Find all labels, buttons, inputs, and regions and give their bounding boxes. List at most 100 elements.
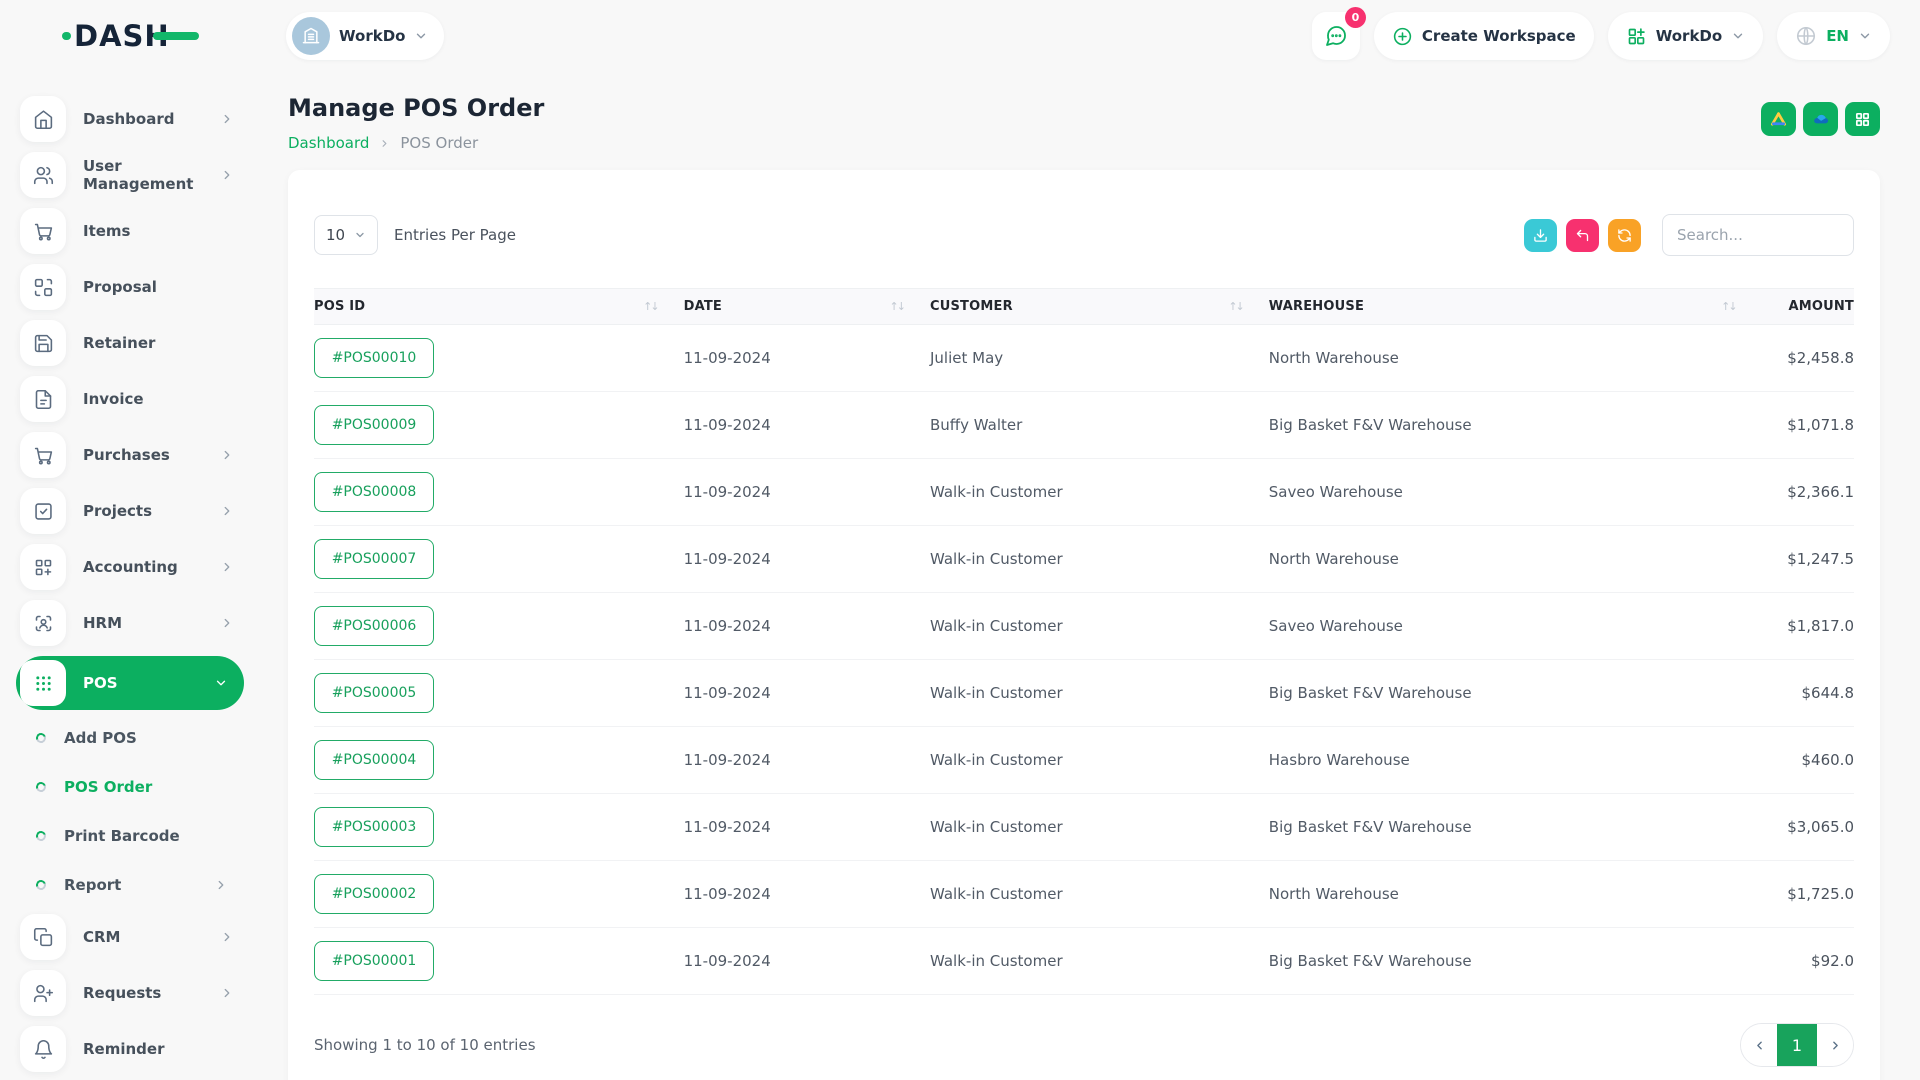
amount-cell: $1,247.5 <box>1762 526 1854 593</box>
messages-button[interactable]: 0 <box>1312 12 1360 60</box>
customer-cell: Buffy Walter <box>930 392 1269 459</box>
table-header-row: POS ID↑↓ DATE↑↓ CUSTOMER↑↓ WAREHOUSE↑↓ A <box>314 289 1854 325</box>
app-menu-button[interactable]: WorkDo <box>1608 12 1763 60</box>
sidebar-item-hrm[interactable]: HRM <box>20 600 242 646</box>
entries-per-page-select[interactable]: 10 <box>314 215 378 255</box>
next-page-button[interactable] <box>1817 1023 1853 1067</box>
column-header-pos-id[interactable]: POS ID↑↓ <box>314 289 684 325</box>
date-cell: 11-09-2024 <box>684 392 930 459</box>
pos-id-link[interactable]: #POS00006 <box>314 606 434 646</box>
bell-icon <box>20 1026 66 1072</box>
bullet-icon <box>34 878 47 891</box>
chat-bubble-icon <box>1324 24 1348 48</box>
sidebar-item-accounting[interactable]: Accounting <box>20 544 242 590</box>
sidebar-item-dashboard[interactable]: Dashboard <box>20 96 242 142</box>
column-header-amount[interactable]: AMOUNT <box>1762 289 1854 325</box>
sidebar-subitem-add-pos[interactable]: Add POS <box>20 718 242 758</box>
sidebar-item-label: Requests <box>83 984 161 1002</box>
pos-id-link[interactable]: #POS00010 <box>314 338 434 378</box>
column-header-warehouse[interactable]: WAREHOUSE↑↓ <box>1269 289 1762 325</box>
google-drive-icon <box>1769 110 1788 129</box>
pos-id-link[interactable]: #POS00003 <box>314 807 434 847</box>
reset-button[interactable] <box>1566 219 1599 252</box>
language-selector[interactable]: EN <box>1777 12 1890 60</box>
column-header-date[interactable]: DATE↑↓ <box>684 289 930 325</box>
warehouse-cell: Big Basket F&V Warehouse <box>1269 928 1762 995</box>
create-workspace-button[interactable]: Create Workspace <box>1374 12 1594 60</box>
sidebar-subitem-label: POS Order <box>64 778 152 796</box>
app-menu-label: WorkDo <box>1656 27 1722 45</box>
entries-per-page-value: 10 <box>326 226 345 244</box>
page-title: Manage POS Order <box>288 94 544 122</box>
sidebar-item-user-management[interactable]: User Management <box>20 152 242 198</box>
topbar: DASH WorkDo 0 Create Workspace <box>0 0 1920 72</box>
chevron-down-icon <box>414 29 428 43</box>
table-row: #POS00002 11-09-2024 Walk-in Customer No… <box>314 861 1854 928</box>
app-logo[interactable]: DASH <box>0 19 260 53</box>
pos-id-link[interactable]: #POS00008 <box>314 472 434 512</box>
messages-count-badge: 0 <box>1345 7 1366 28</box>
sidebar-item-requests[interactable]: Requests <box>20 970 242 1016</box>
sidebar-item-retainer[interactable]: Retainer <box>20 320 242 366</box>
customer-cell: Juliet May <box>930 325 1269 392</box>
pos-id-link[interactable]: #POS00002 <box>314 874 434 914</box>
amount-cell: $1,725.0 <box>1762 861 1854 928</box>
warehouse-cell: North Warehouse <box>1269 861 1762 928</box>
pos-id-link[interactable]: #POS00009 <box>314 405 434 445</box>
chevron-down-icon <box>354 229 366 241</box>
sidebar-item-invoice[interactable]: Invoice <box>20 376 242 422</box>
pos-id-link[interactable]: #POS00007 <box>314 539 434 579</box>
onedrive-icon <box>1811 109 1831 129</box>
pos-order-table: POS ID↑↓ DATE↑↓ CUSTOMER↑↓ WAREHOUSE↑↓ A <box>314 288 1854 995</box>
pos-id-link[interactable]: #POS00004 <box>314 740 434 780</box>
grid-view-button[interactable] <box>1845 102 1880 136</box>
invoice-document-icon <box>20 376 66 422</box>
sidebar-item-proposal[interactable]: Proposal <box>20 264 242 310</box>
table-row: #POS00010 11-09-2024 Juliet May North Wa… <box>314 325 1854 392</box>
grid-dots-icon <box>20 660 66 706</box>
onedrive-button[interactable] <box>1803 102 1838 136</box>
amount-cell: $644.8 <box>1762 660 1854 727</box>
chevron-right-icon <box>220 560 234 574</box>
logo-accent-bar <box>153 32 199 40</box>
refresh-button[interactable] <box>1608 219 1641 252</box>
search-input[interactable] <box>1662 214 1854 256</box>
breadcrumb-dashboard-link[interactable]: Dashboard <box>288 134 369 152</box>
sidebar-item-label: Items <box>83 222 130 240</box>
copy-icon <box>20 914 66 960</box>
swap-squares-icon <box>20 264 66 310</box>
export-button[interactable] <box>1524 219 1557 252</box>
chevron-right-icon <box>214 878 228 892</box>
sidebar-subitem-report[interactable]: Report <box>20 865 242 905</box>
amount-cell: $2,458.8 <box>1762 325 1854 392</box>
sidebar-subitem-pos-order[interactable]: POS Order <box>20 767 242 807</box>
sidebar-subitem-label: Print Barcode <box>64 827 180 845</box>
date-cell: 11-09-2024 <box>684 727 930 794</box>
sidebar-item-pos[interactable]: POS <box>16 656 244 710</box>
sidebar-item-crm[interactable]: CRM <box>20 914 242 960</box>
chevron-right-icon <box>220 616 234 630</box>
google-drive-button[interactable] <box>1761 102 1796 136</box>
warehouse-cell: Saveo Warehouse <box>1269 459 1762 526</box>
page-number-button[interactable]: 1 <box>1777 1023 1817 1067</box>
sidebar-subitem-print-barcode[interactable]: Print Barcode <box>20 816 242 856</box>
pos-id-link[interactable]: #POS00001 <box>314 941 434 981</box>
sidebar: Dashboard User Management Items Pr <box>0 72 260 1080</box>
sidebar-item-label: Purchases <box>83 446 170 464</box>
sidebar-item-items[interactable]: Items <box>20 208 242 254</box>
sidebar-item-projects[interactable]: Projects <box>20 488 242 534</box>
previous-page-button[interactable] <box>1741 1023 1777 1067</box>
table-row: #POS00005 11-09-2024 Walk-in Customer Bi… <box>314 660 1854 727</box>
table-row: #POS00003 11-09-2024 Walk-in Customer Bi… <box>314 794 1854 861</box>
sort-icon: ↑↓ <box>1228 300 1242 313</box>
pos-id-link[interactable]: #POS00005 <box>314 673 434 713</box>
sidebar-item-purchases[interactable]: Purchases <box>20 432 242 478</box>
sidebar-item-reminder[interactable]: Reminder <box>20 1026 242 1072</box>
column-header-customer[interactable]: CUSTOMER↑↓ <box>930 289 1269 325</box>
warehouse-cell: Big Basket F&V Warehouse <box>1269 794 1762 861</box>
customer-cell: Walk-in Customer <box>930 794 1269 861</box>
sort-icon: ↑↓ <box>1721 300 1735 313</box>
chevron-down-icon <box>214 676 228 690</box>
workspace-selector[interactable]: WorkDo <box>286 12 444 60</box>
pagination: 1 <box>1740 1023 1854 1067</box>
